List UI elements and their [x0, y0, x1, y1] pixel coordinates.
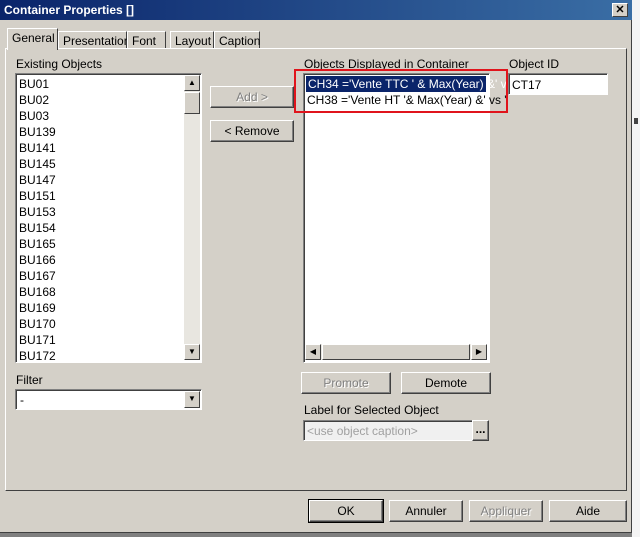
- list-item[interactable]: BU145: [19, 156, 56, 172]
- chevron-down-icon[interactable]: ▼: [184, 391, 200, 408]
- list-item[interactable]: BU02: [19, 92, 49, 108]
- list-item[interactable]: BU147: [19, 172, 56, 188]
- tab-general[interactable]: General: [7, 28, 58, 50]
- apply-button[interactable]: Appliquer: [469, 500, 543, 522]
- filter-label: Filter: [16, 373, 43, 387]
- container-properties-dialog: Container Properties [] ✕ General Presen…: [0, 0, 632, 533]
- list-item[interactable]: BU171: [19, 332, 56, 348]
- list-item[interactable]: BU167: [19, 268, 56, 284]
- browse-button[interactable]: ...: [472, 420, 489, 441]
- scroll-left-icon[interactable]: ◀: [305, 344, 321, 360]
- scroll-thumb[interactable]: [322, 344, 470, 360]
- tab-label: Layout: [175, 34, 212, 48]
- scroll-right-icon[interactable]: ▶: [471, 344, 487, 360]
- list-item[interactable]: BU01: [19, 76, 49, 92]
- selected-label-input[interactable]: <use object caption>: [303, 420, 473, 441]
- list-item[interactable]: BU141: [19, 140, 56, 156]
- list-item[interactable]: BU165: [19, 236, 56, 252]
- list-item[interactable]: BU139: [19, 124, 56, 140]
- displayed-hscrollbar[interactable]: ◀ ▶: [305, 344, 487, 360]
- existing-objects-list[interactable]: BU01 BU02 BU03 BU139 BU141 BU145 BU147 BU151 BU1…: [15, 73, 202, 363]
- close-button[interactable]: ✕: [612, 3, 628, 17]
- promote-button[interactable]: Promote: [301, 372, 391, 394]
- edge-mark: [634, 118, 638, 124]
- tab-presentation[interactable]: Presentation: [58, 31, 131, 49]
- background-window-edge: [632, 0, 640, 537]
- tab-label: Presentation: [63, 34, 131, 48]
- filter-select[interactable]: - ▼: [15, 389, 202, 410]
- list-item[interactable]: BU170: [19, 316, 56, 332]
- existing-scrollbar[interactable]: ▲ ▼: [184, 75, 200, 360]
- cancel-button[interactable]: Annuler: [389, 500, 463, 522]
- object-id-input[interactable]: CT17: [508, 73, 608, 95]
- highlight-box: [294, 69, 508, 113]
- scroll-up-icon[interactable]: ▲: [184, 75, 200, 91]
- close-icon: ✕: [615, 4, 625, 16]
- remove-button[interactable]: < Remove: [210, 120, 294, 142]
- tab-label: General: [12, 31, 55, 45]
- add-button[interactable]: Add >: [210, 86, 294, 108]
- list-item[interactable]: BU03: [19, 108, 49, 124]
- selected-label-placeholder: <use object caption>: [307, 424, 418, 438]
- object-id-value: CT17: [512, 78, 542, 92]
- tab-label: Caption: [219, 34, 261, 48]
- list-item[interactable]: BU172: [19, 348, 56, 364]
- object-id-label: Object ID: [509, 57, 560, 71]
- list-item[interactable]: BU154: [19, 220, 56, 236]
- scroll-thumb[interactable]: [184, 92, 200, 114]
- title-bar: Container Properties []: [0, 0, 632, 20]
- list-item[interactable]: BU169: [19, 300, 56, 316]
- list-item[interactable]: BU168: [19, 284, 56, 300]
- ok-button[interactable]: OK: [308, 499, 384, 523]
- filter-value: -: [20, 393, 24, 407]
- tab-caption[interactable]: Caption: [214, 31, 260, 49]
- help-button[interactable]: Aide: [549, 500, 627, 522]
- list-item[interactable]: BU153: [19, 204, 56, 220]
- tab-font[interactable]: Font: [127, 31, 166, 49]
- tab-label: Font: [132, 34, 157, 48]
- displayed-objects-list[interactable]: CH34 ='Vente TTC ' & Max(Year) &' vs CH3…: [303, 73, 513, 363]
- window-title: Container Properties []: [4, 3, 135, 17]
- list-item[interactable]: BU151: [19, 188, 56, 204]
- tab-layout[interactable]: Layout: [170, 31, 214, 49]
- scroll-down-icon[interactable]: ▼: [184, 344, 200, 360]
- list-item[interactable]: BU166: [19, 252, 56, 268]
- existing-objects-label: Existing Objects: [16, 57, 103, 71]
- selected-label-caption: Label for Selected Object: [304, 403, 439, 417]
- demote-button[interactable]: Demote: [401, 372, 491, 394]
